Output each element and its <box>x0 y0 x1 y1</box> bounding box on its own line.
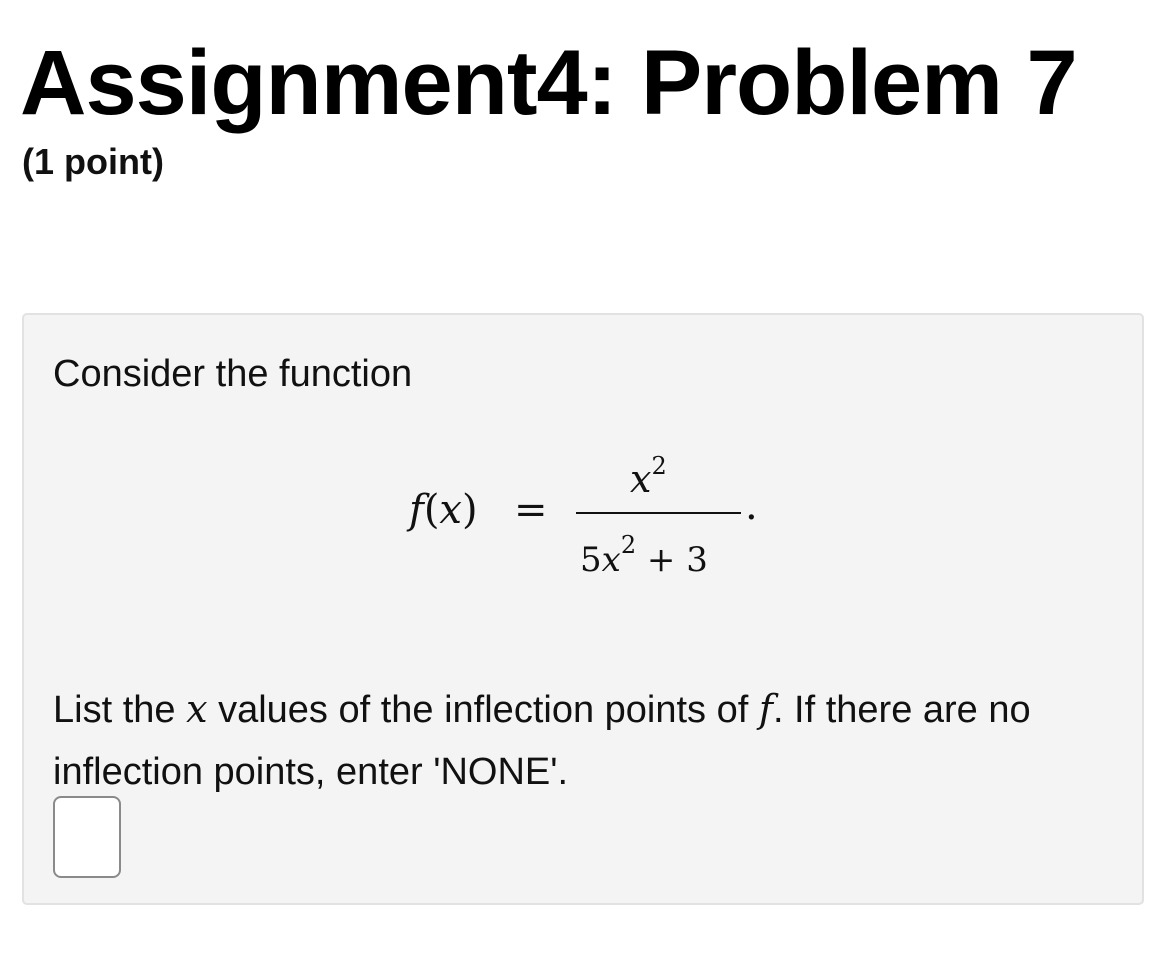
denominator-exponent: 2 <box>620 531 637 559</box>
point-value: (1 point) <box>22 141 164 182</box>
answer-input[interactable] <box>53 796 121 878</box>
denominator-coefficient: 5 <box>580 540 602 580</box>
page-title: Assignment4: Problem 7 <box>20 32 1078 134</box>
denominator-constant: + 3 <box>636 540 708 580</box>
numerator-variable: x <box>630 457 652 501</box>
fraction-bar <box>576 512 741 514</box>
equation-lhs: f(x) <box>409 485 478 535</box>
question-text: List the x values of the inflection poin… <box>53 678 1123 803</box>
fraction-denominator: 5x2 + 3 <box>580 523 708 582</box>
problem-box: Consider the function f(x) = x2 5x2 + 3 … <box>22 313 1144 905</box>
numerator-exponent: 2 <box>651 452 667 480</box>
open-paren: ( <box>423 487 440 533</box>
fraction-numerator: x2 <box>630 443 667 502</box>
function-name: f <box>409 487 424 533</box>
function-variable: x <box>439 487 462 533</box>
problem-intro: Consider the function <box>53 353 413 395</box>
function-equation: f(x) = x2 5x2 + 3 . <box>24 443 1146 580</box>
inline-var-f: f <box>758 687 773 731</box>
inline-var-x: x <box>186 687 208 731</box>
close-paren: ) <box>461 487 478 533</box>
denominator-variable: x <box>601 540 621 580</box>
equals-sign: = <box>514 487 548 533</box>
question-part-1: List the <box>53 689 187 731</box>
question-part-2: values of the inflection points of <box>207 689 759 731</box>
equation-period: . <box>745 483 758 529</box>
